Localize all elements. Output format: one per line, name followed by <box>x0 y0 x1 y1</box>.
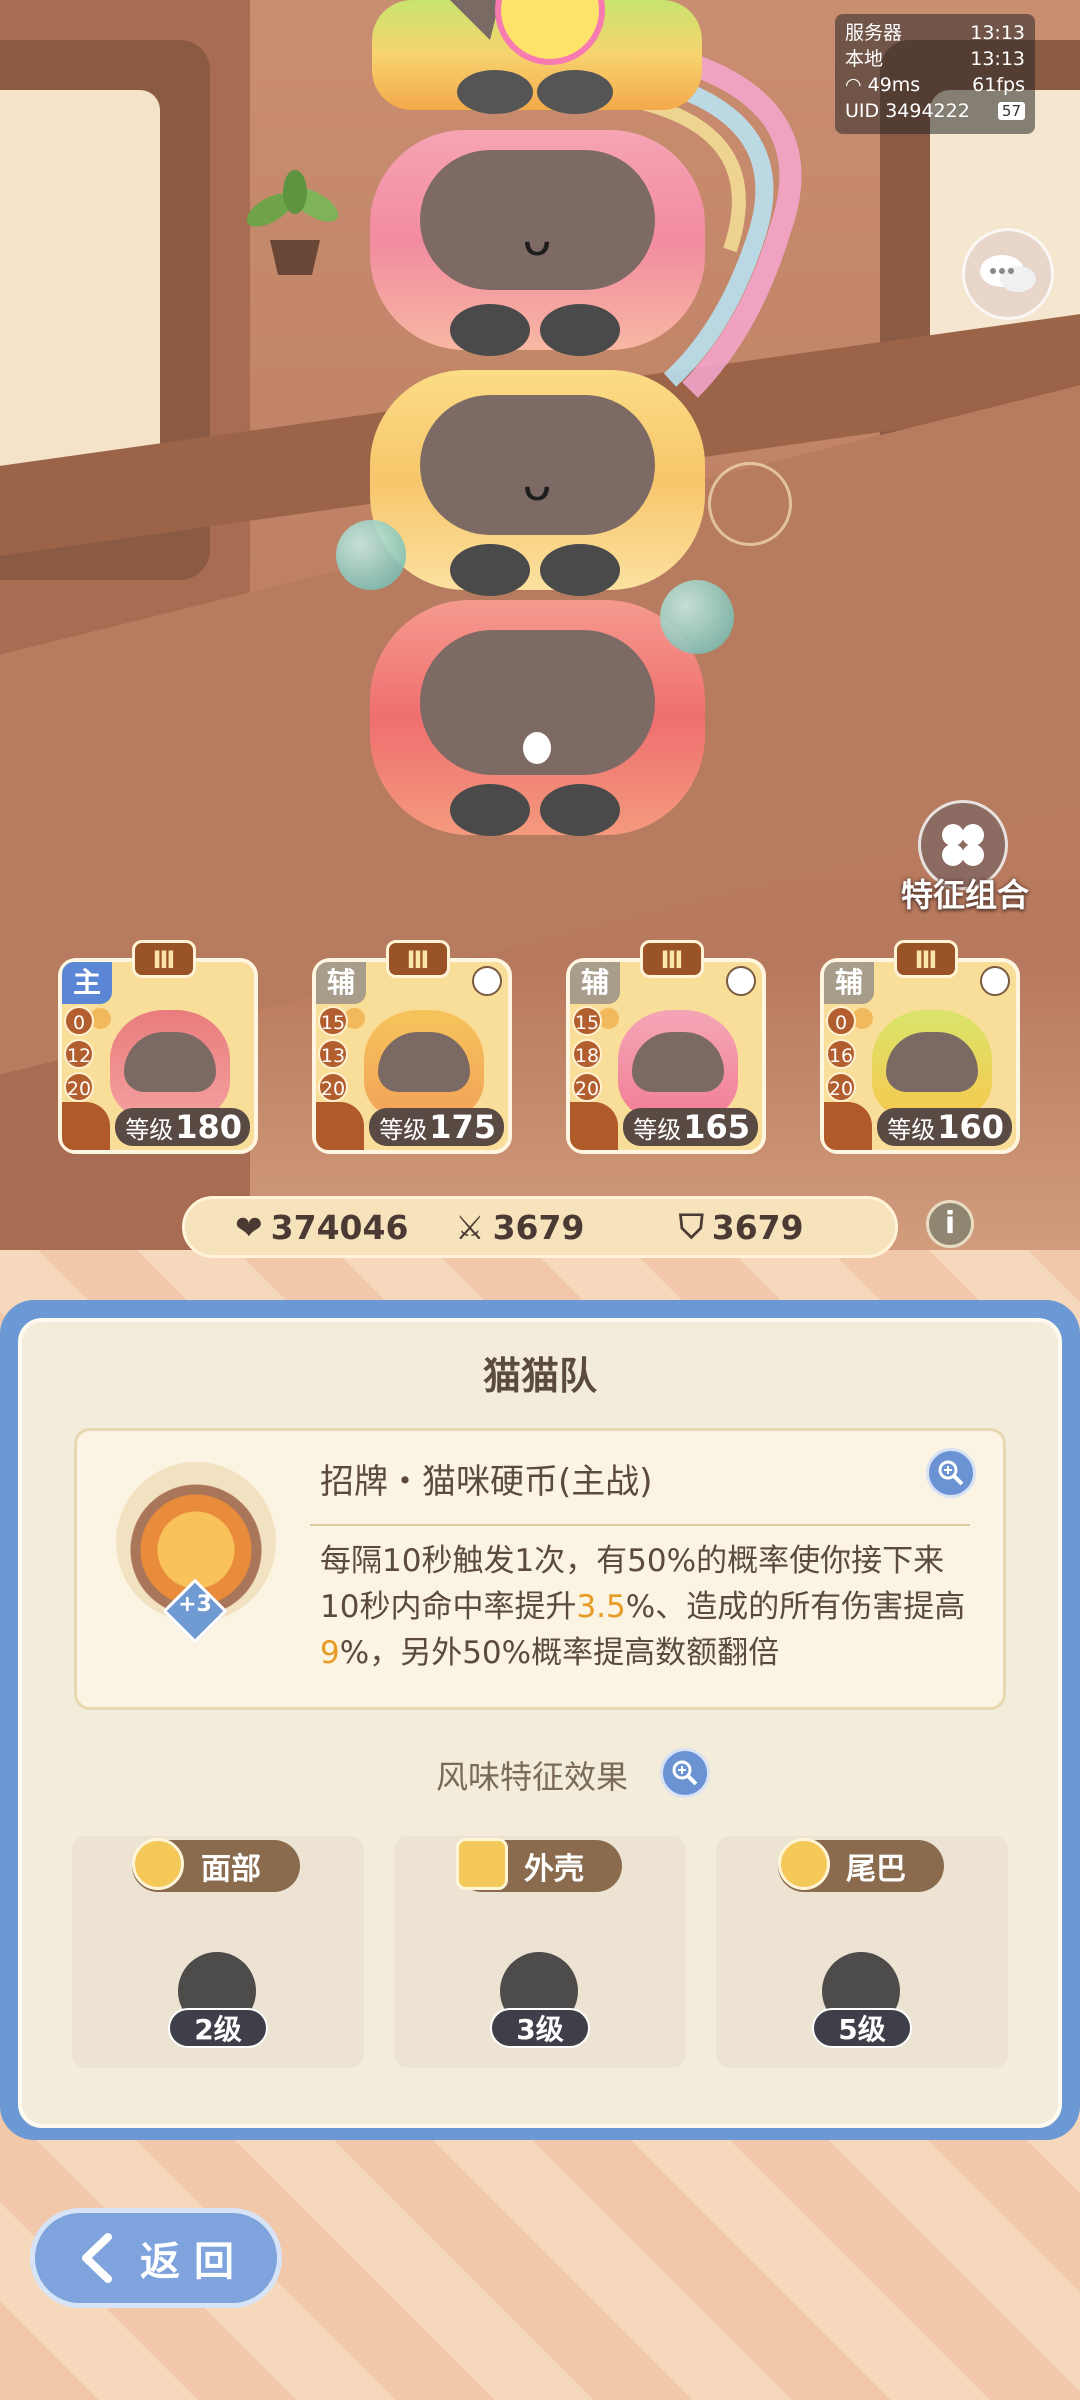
stat-value: 0 <box>826 1006 856 1036</box>
level-badge: 等级 180 <box>115 1108 250 1146</box>
lock-icon <box>980 966 1010 996</box>
role-badge: 辅 <box>570 962 620 1004</box>
tier-badge: Ⅲ <box>894 940 958 978</box>
card-stats: 0 16 20 <box>826 1006 858 1105</box>
local-time: 13:13 <box>970 48 1025 70</box>
stat-value: 16 <box>826 1039 856 1069</box>
back-button[interactable]: 返 回 <box>30 2208 282 2308</box>
flavor-level-face: 2级 <box>168 2008 268 2048</box>
uid-readout: UID 3494222 <box>845 100 970 122</box>
card-stats: 15 18 20 <box>572 1006 604 1105</box>
back-arrow-icon <box>82 2233 113 2283</box>
skill-divider <box>310 1524 970 1526</box>
bubble-effect-left <box>336 520 406 590</box>
server-time: 13:13 <box>970 22 1025 44</box>
team-totals-bar: ❤ 374046 ⚔ 3679 ⛉ 3679 <box>182 1196 898 1258</box>
crossed-swords-icon: ⚔ <box>455 1207 485 1247</box>
paw-icon <box>316 1102 364 1150</box>
cat-face-icon <box>132 1838 184 1890</box>
level-badge: 等级 175 <box>369 1108 504 1146</box>
skill-name: 招牌・猫咪硬币(主战) <box>320 1462 653 1502</box>
magnifier-icon <box>672 1760 698 1786</box>
target-ring-effect <box>708 462 792 546</box>
card-stats: 15 13 20 <box>318 1006 350 1105</box>
team-card-3[interactable]: 辅 Ⅲ 15 18 20 等级 165 <box>566 940 766 1154</box>
team-card-2[interactable]: 辅 Ⅲ 15 13 20 等级 175 <box>312 940 512 1154</box>
bubble-effect-right <box>660 580 734 654</box>
stat-value: 12 <box>64 1039 94 1069</box>
stat-value: 18 <box>572 1039 602 1069</box>
wifi-icon: ◠ <box>845 74 868 96</box>
cat-portrait <box>618 1010 738 1120</box>
role-badge: 主 <box>62 962 112 1004</box>
shell-icon <box>456 1838 508 1890</box>
info-icon: i <box>944 1206 956 1241</box>
role-badge: 辅 <box>824 962 874 1004</box>
flavor-traits-title: 风味特征效果 <box>436 1758 629 1796</box>
shield-icon: ⛉ <box>679 1207 704 1246</box>
fps-readout: 61fps <box>972 74 1025 96</box>
stat-value: 20 <box>572 1072 602 1102</box>
card-stats: 0 12 20 <box>64 1006 96 1105</box>
team-roster: 主 Ⅲ 0 12 20 等级 180 辅 Ⅲ 15 13 20 等级 175 辅 Ⅲ… <box>58 940 1038 1160</box>
team-card-4[interactable]: 辅 Ⅲ 0 16 20 等级 160 <box>820 940 1020 1154</box>
skill-zoom-button[interactable] <box>926 1448 976 1498</box>
stat-value: 13 <box>318 1039 348 1069</box>
skill-description: 每隔10秒触发1次，有50%的概率使你接下来10秒内命中率提升3.5%、造成的所… <box>320 1543 966 1671</box>
tier-badge: Ⅲ <box>386 940 450 978</box>
server-label: 服务器 <box>845 22 903 44</box>
cat-portrait <box>364 1010 484 1120</box>
cat-portrait <box>110 1010 230 1120</box>
lock-icon <box>472 966 502 996</box>
stat-value: 20 <box>826 1072 856 1102</box>
local-label: 本地 <box>845 48 884 70</box>
tier-badge: Ⅲ <box>132 940 196 978</box>
lock-icon <box>726 966 756 996</box>
panel-title: 猫猫队 <box>482 1354 597 1398</box>
magnifier-icon <box>938 1460 964 1486</box>
role-badge: 辅 <box>316 962 366 1004</box>
defense-total: ⛉ 3679 <box>679 1207 804 1247</box>
chat-bubble-icon <box>980 255 1036 292</box>
svg-text:ᴗ: ᴗ <box>522 211 551 267</box>
potted-plant-icon <box>246 170 339 275</box>
flavor-level-tail: 5级 <box>812 2008 912 2048</box>
svg-text:ᴗ: ᴗ <box>522 456 551 512</box>
level-badge: 等级 165 <box>623 1108 758 1146</box>
cat-portrait <box>872 1010 992 1120</box>
flavor-level-shell: 3级 <box>490 2008 590 2048</box>
hp-total: ❤ 374046 <box>235 1207 409 1247</box>
back-label: 返 回 <box>140 2239 234 2285</box>
info-button[interactable]: i <box>926 1200 974 1248</box>
clover-icon <box>942 824 984 866</box>
stat-value: 15 <box>572 1006 602 1036</box>
network-status-hud: 服务器 13:13 本地 13:13 ◠ 49ms 61fps UID 3494222… <box>835 14 1035 134</box>
paw-icon <box>570 1102 618 1150</box>
stat-value: 20 <box>318 1072 348 1102</box>
level-badge: 等级 160 <box>877 1108 1012 1146</box>
team-card-1[interactable]: 主 Ⅲ 0 12 20 等级 180 <box>58 940 258 1154</box>
flavor-zoom-button[interactable] <box>660 1748 710 1798</box>
battery-icon: 57 <box>997 102 1025 120</box>
paw-icon <box>62 1102 110 1150</box>
attack-total: ⚔ 3679 <box>455 1207 585 1247</box>
chat-button[interactable] <box>962 228 1054 320</box>
skill-level-badge: +3 <box>178 1592 212 1617</box>
cat-tower-character: ᴗ ᴗ <box>370 0 705 836</box>
stat-value: 0 <box>64 1006 94 1036</box>
trait-combo-label: 特征组合 <box>900 876 1029 914</box>
heart-icon: ❤ <box>235 1207 263 1247</box>
tail-icon <box>778 1838 830 1890</box>
ping-readout: ◠ 49ms <box>845 74 921 96</box>
tier-badge: Ⅲ <box>640 940 704 978</box>
paw-icon <box>824 1102 872 1150</box>
stat-value: 15 <box>318 1006 348 1036</box>
stat-value: 20 <box>64 1072 94 1102</box>
